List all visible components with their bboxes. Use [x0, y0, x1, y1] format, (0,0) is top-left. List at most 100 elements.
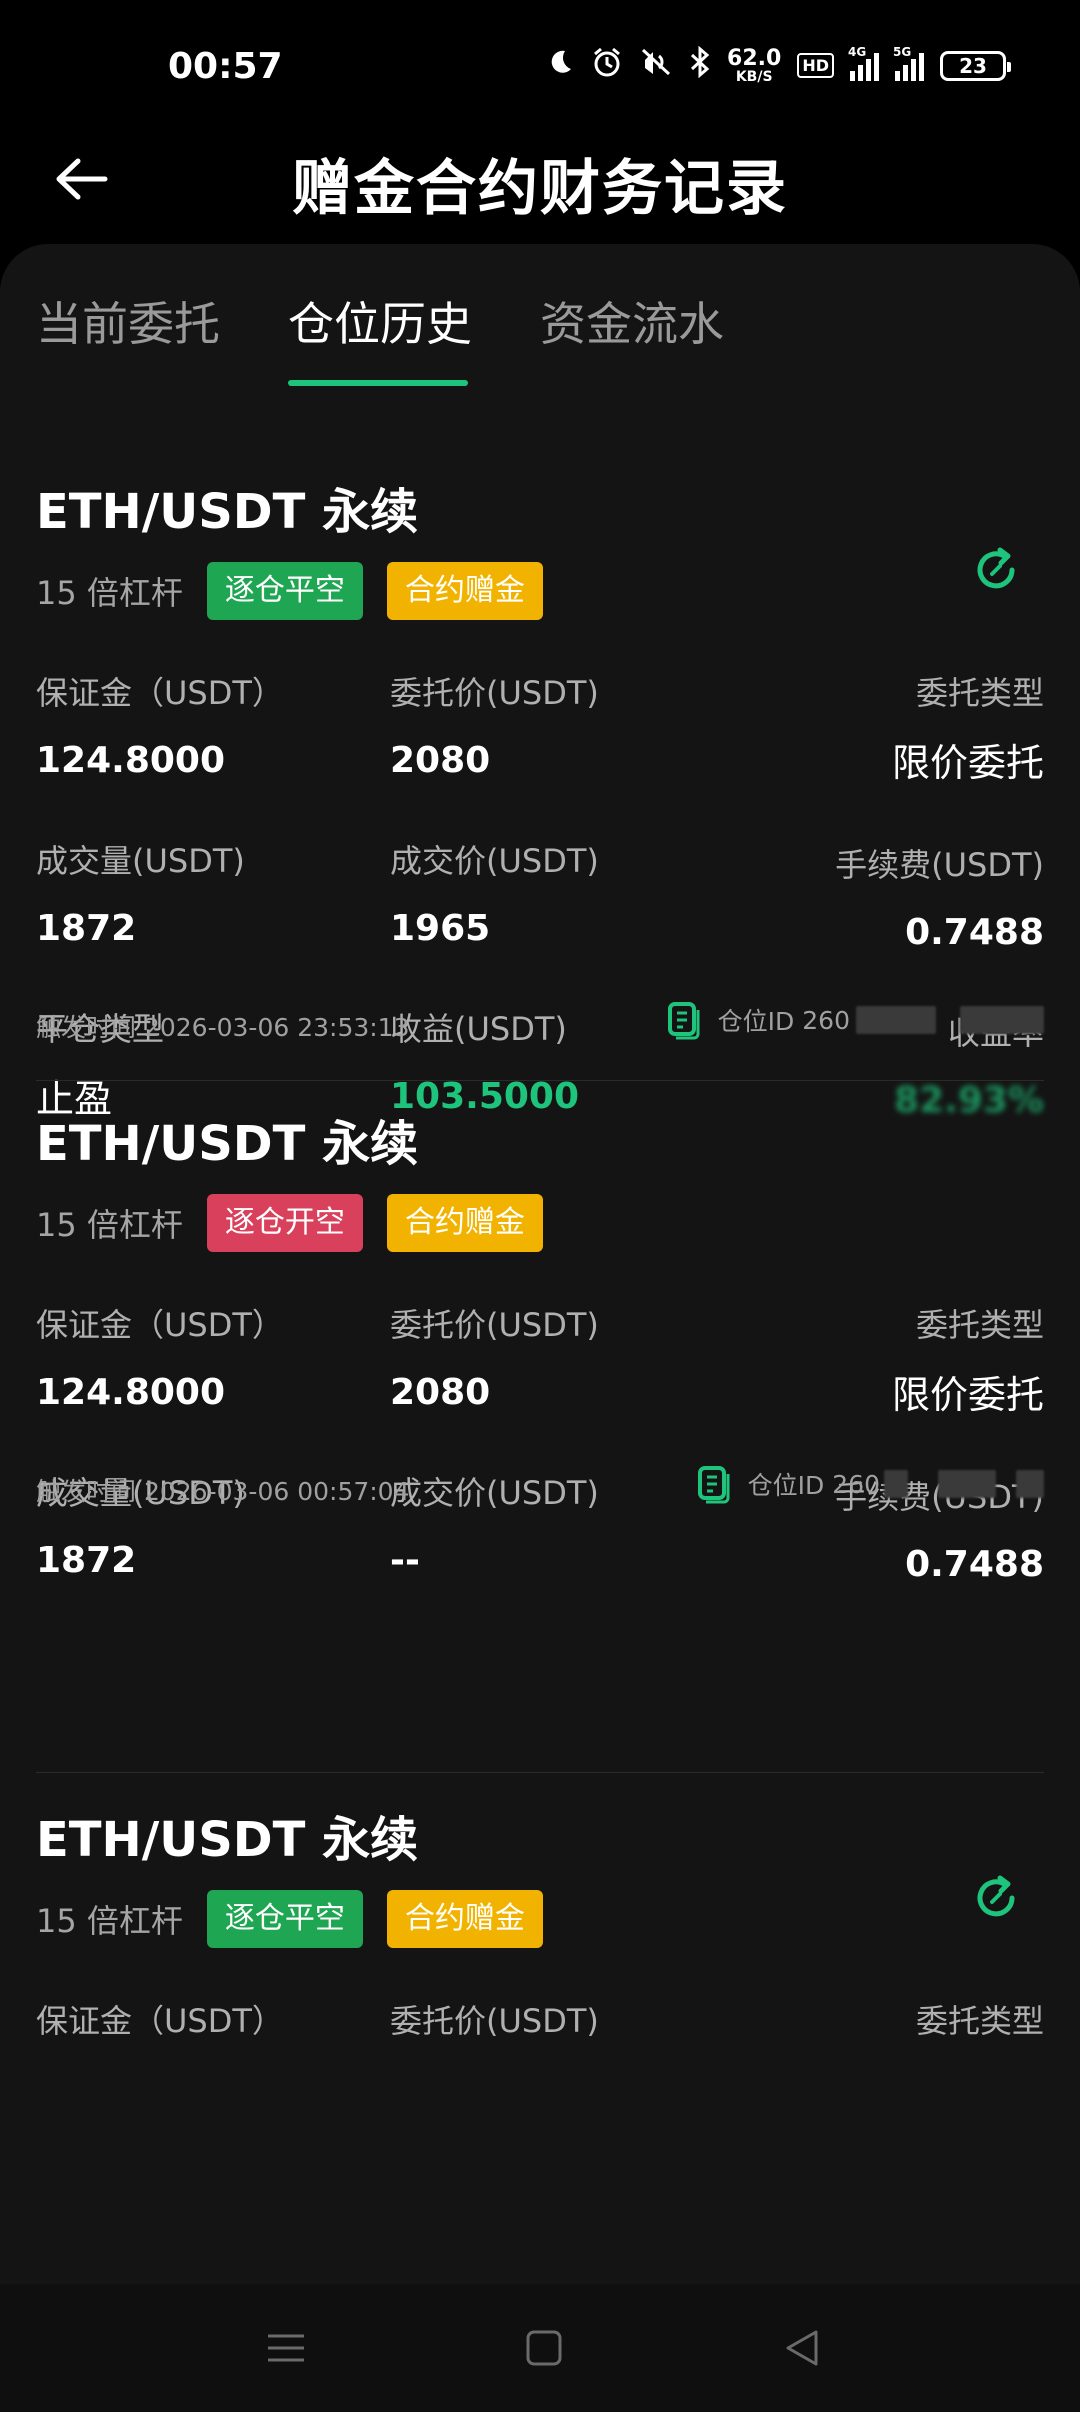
bonus-tag: 合约赠金	[386, 562, 543, 620]
record-tags: 15 倍杠杆 逐仓开空 合约赠金	[36, 1194, 1044, 1252]
signal-4g-label: 4G	[848, 44, 867, 59]
battery-icon: 23	[940, 50, 1011, 81]
order-type-cell: 委托类型 限价委托	[892, 1300, 1044, 1419]
bonus-tag: 合约赠金	[386, 1194, 543, 1252]
share-button[interactable]	[966, 1868, 1026, 1928]
margin-value: 124.8000	[36, 1372, 226, 1413]
side-tag: 逐仓平空	[206, 562, 363, 620]
share-button[interactable]	[966, 540, 1026, 600]
bonus-tag: 合约赠金	[386, 1890, 543, 1948]
side-tag: 逐仓开空	[206, 1194, 363, 1252]
margin-value: 124.8000	[36, 740, 226, 781]
redacted-block	[1016, 1470, 1044, 1498]
position-id-label: 仓位ID	[747, 1471, 825, 1500]
refresh-icon	[977, 1875, 1015, 1917]
volume-value: 1872	[36, 908, 137, 949]
signal-4g-icon: 4G	[848, 45, 879, 81]
tab-fund-flow[interactable]: 资金流水	[540, 288, 724, 354]
trigger-time-value: 2026-03-06 00:57:04	[143, 1477, 410, 1506]
fill-price-label: 成交价(USDT)	[390, 842, 599, 880]
margin-cell: 保证金（USDT） 124.8000	[36, 668, 284, 781]
fee-label: 手续费(USDT)	[835, 846, 1044, 884]
order-type-value: 限价委托	[891, 741, 1044, 785]
fill-price-value: 1965	[390, 908, 491, 949]
fill-price-value: --	[390, 1540, 420, 1581]
record-card[interactable]: ETH/USDT 永续 15 倍杠杆 逐仓平空 合约赠金 保证金（USDT） 1…	[36, 472, 1044, 1121]
margin-label: 保证金（USDT）	[36, 674, 284, 712]
volume-cell: 成交量(USDT) 1872	[36, 836, 245, 949]
order-type-label: 委托类型	[915, 1306, 1044, 1344]
main-panel: 当前委托 仓位历史 资金流水 ETH/USDT 永续 15 倍杠杆 逐仓平空 合…	[0, 244, 1080, 2284]
leverage-label: 15 倍杠杆	[36, 574, 183, 612]
refresh-icon	[977, 547, 1015, 589]
position-id-value: 260	[802, 1005, 850, 1035]
order-price-cell: 委托价(USDT) 2080	[390, 1300, 599, 1413]
order-type-label: 委托类型	[915, 2002, 1044, 2040]
order-price-label: 委托价(USDT)	[390, 674, 599, 712]
square-icon	[526, 2330, 562, 2366]
leverage-label: 15 倍杠杆	[36, 1902, 183, 1940]
order-type-cell: 委托类型 限价委托	[892, 668, 1044, 787]
record-divider	[36, 1772, 1044, 1773]
side-tag: 逐仓平空	[206, 1890, 363, 1948]
home-button[interactable]	[514, 2318, 574, 2378]
order-price-value: 2080	[390, 1372, 491, 1413]
volume-value: 1872	[36, 1540, 137, 1581]
trigger-time-value: 2026-03-06 23:53:13	[143, 1013, 410, 1042]
margin-cell: 保证金（USDT）	[36, 1996, 284, 2042]
record-footer: 触发时间 2026-03-06 23:53:13 仓位ID 260	[36, 1002, 1044, 1044]
record-title: ETH/USDT 永续	[36, 484, 419, 540]
hd-badge: HD	[797, 53, 834, 78]
order-type-label: 委托类型	[915, 674, 1044, 712]
order-type-value: 限价委托	[891, 1373, 1044, 1417]
status-bar: 00:57 62.0 KB/S HD 4G 5G 23	[0, 0, 1080, 120]
record-tags: 15 倍杠杆 逐仓平空 合约赠金	[36, 562, 1044, 620]
fee-cell: 手续费(USDT) 0.7488	[835, 840, 1044, 953]
record-tags: 15 倍杠杆 逐仓平空 合约赠金	[36, 1890, 1044, 1948]
record-title: ETH/USDT 永续	[36, 1812, 419, 1868]
fill-price-cell: 成交价(USDT) 1965	[390, 836, 599, 949]
order-price-value: 2080	[390, 740, 491, 781]
record-card[interactable]: ETH/USDT 永续 15 倍杠杆 逐仓平空 合约赠金 保证金（USDT） 委…	[36, 1800, 1044, 2100]
redacted-block	[884, 1470, 908, 1498]
document-icon	[697, 1466, 730, 1504]
alarm-icon	[591, 46, 623, 85]
signal-5g-icon: 5G	[893, 45, 924, 81]
order-price-cell: 委托价(USDT) 2080	[390, 668, 599, 781]
status-time: 00:57	[168, 46, 283, 87]
fee-value: 0.7488	[905, 1544, 1044, 1585]
tab-bar: 当前委托 仓位历史 资金流水	[0, 244, 1080, 394]
position-id-label: 仓位ID	[717, 1007, 795, 1036]
net-speed: 62.0 KB/S	[727, 47, 781, 85]
tab-position-history[interactable]: 仓位历史	[288, 288, 472, 354]
order-price-label: 委托价(USDT)	[390, 1306, 599, 1344]
record-divider	[36, 1080, 1044, 1081]
back-nav-button[interactable]	[772, 2318, 832, 2378]
position-id[interactable]: 仓位ID 260	[696, 1464, 1044, 1504]
record-card[interactable]: ETH/USDT 永续 15 倍杠杆 逐仓开空 合约赠金 保证金（USDT） 1…	[36, 1104, 1044, 1585]
trigger-time-label: 触发时间	[36, 1477, 137, 1506]
record-footer: 触发时间 2026-03-06 00:57:04 仓位ID 260	[36, 1466, 1044, 1508]
menu-button[interactable]	[256, 2318, 316, 2378]
leverage-label: 15 倍杠杆	[36, 1206, 183, 1244]
position-id[interactable]: 仓位ID 260	[666, 1000, 1044, 1040]
tab-current-orders[interactable]: 当前委托	[36, 288, 220, 354]
moon-icon	[545, 47, 575, 84]
battery-level: 23	[959, 53, 987, 78]
margin-label: 保证金（USDT）	[36, 1306, 284, 1344]
menu-icon	[268, 2334, 304, 2362]
document-icon	[667, 1002, 700, 1040]
order-price-cell: 委托价(USDT)	[390, 1996, 599, 2042]
redacted-block	[938, 1470, 996, 1498]
tab-indicator	[288, 380, 468, 386]
trigger-time-label: 触发时间	[36, 1013, 137, 1042]
app-header: 赠金合约财务记录	[0, 120, 1080, 240]
fee-value: 0.7488	[905, 912, 1044, 953]
redacted-block	[960, 1006, 1044, 1034]
net-speed-unit: KB/S	[735, 68, 773, 85]
system-nav-bar	[0, 2284, 1080, 2412]
position-id-value: 260	[832, 1469, 880, 1499]
order-type-cell: 委托类型	[916, 1996, 1044, 2042]
page-title: 赠金合约财务记录	[292, 154, 788, 224]
order-price-label: 委托价(USDT)	[390, 2002, 599, 2040]
